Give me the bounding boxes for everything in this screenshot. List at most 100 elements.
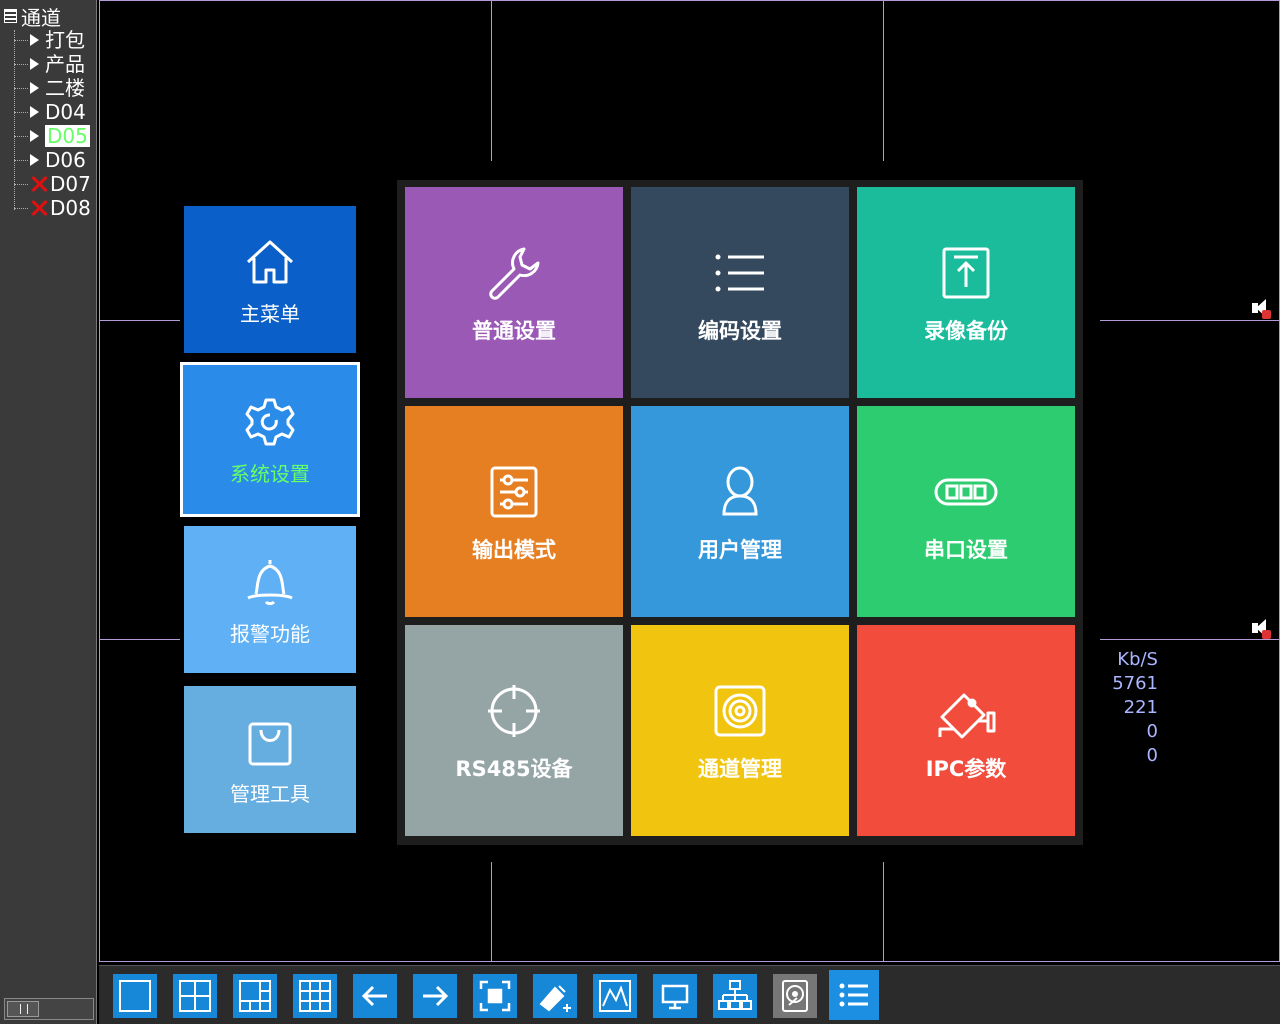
tile-label: 串口设置 (924, 537, 1008, 562)
main-menu-button[interactable] (829, 970, 879, 1020)
channel-item-5[interactable]: D05 (14, 124, 90, 148)
channel-item-label: D05 (45, 124, 90, 148)
tile-label: RS485设备 (455, 756, 573, 781)
muted-speaker-icon[interactable] (1250, 298, 1272, 320)
gear-icon (240, 392, 300, 452)
sliders-icon (482, 460, 546, 524)
channel-tree-panel: 通道 打包 产品 二楼 D04 D05 D06 D07 D08 (0, 0, 97, 1024)
tile-label: IPC参数 (925, 756, 1007, 781)
expand-triangle-icon (30, 130, 39, 142)
tile-label: 普通设置 (472, 318, 556, 343)
bell-icon (240, 552, 300, 612)
upload-icon (934, 241, 998, 305)
grid-line (883, 862, 884, 962)
category-alarm-functions[interactable]: 报警功能 (184, 526, 356, 673)
fullscreen-icon (479, 980, 511, 1012)
bottom-toolbar (99, 965, 1280, 1024)
previous-page-button[interactable] (353, 974, 397, 1018)
arrow-right-icon (423, 985, 449, 1007)
bag-icon (240, 712, 300, 772)
tile-label: 通道管理 (698, 756, 782, 781)
sidebar-scrollbar[interactable] (4, 998, 94, 1020)
category-system-settings[interactable]: 系统设置 (180, 362, 360, 517)
channel-item-8[interactable]: D08 (14, 196, 91, 220)
grid-line (491, 0, 492, 161)
storage-button[interactable] (773, 974, 817, 1018)
channel-item-3[interactable]: 二楼 (14, 76, 85, 100)
expand-triangle-icon (30, 58, 39, 70)
tile-label: 编码设置 (698, 318, 782, 343)
grid-line (1100, 320, 1280, 321)
grid-line (491, 862, 492, 962)
channel-item-label: 打包 (45, 28, 85, 52)
channel-item-label: D06 (45, 148, 86, 172)
category-label: 管理工具 (230, 782, 310, 806)
crosshair-icon (482, 679, 546, 743)
category-main-menu[interactable]: 主菜单 (184, 206, 356, 353)
channel-item-label: 产品 (45, 52, 85, 76)
tile-encoding-settings[interactable]: 编码设置 (631, 187, 849, 398)
channel-item-label: D04 (45, 100, 86, 124)
tile-label: 输出模式 (472, 537, 556, 562)
ptz-icon (539, 985, 571, 1012)
settings-grid-panel: 普通设置 编码设置 录像备份 输出模式 用户管理 串口设置 RS485设备 通道… (397, 180, 1083, 845)
single-view-button[interactable] (113, 974, 157, 1018)
tile-label: 录像备份 (924, 318, 1008, 343)
six-view-button[interactable] (233, 974, 277, 1018)
quad-view-button[interactable] (173, 974, 217, 1018)
tile-ipc-parameters[interactable]: IPC参数 (857, 625, 1075, 836)
channel-item-4[interactable]: D04 (14, 100, 86, 124)
wrench-icon (482, 241, 546, 305)
offline-x-icon (30, 198, 48, 218)
hard-disk-icon (782, 980, 808, 1012)
channel-tree-root[interactable]: 通道 (4, 4, 61, 30)
arrow-left-icon (361, 985, 387, 1007)
channel-item-7[interactable]: D07 (14, 172, 91, 196)
monitor-icon (661, 984, 689, 1010)
channel-item-2[interactable]: 产品 (14, 52, 85, 76)
offline-x-icon (30, 174, 48, 194)
chart-icon (599, 980, 631, 1012)
bitrate-value: 221 (1123, 697, 1158, 718)
channel-item-1[interactable]: 打包 (14, 28, 85, 52)
grid-line (100, 320, 180, 321)
grid-line (100, 639, 180, 640)
serial-port-icon (934, 460, 998, 524)
network-button[interactable] (713, 974, 757, 1018)
statistics-button[interactable] (593, 974, 637, 1018)
category-management-tools[interactable]: 管理工具 (184, 686, 356, 833)
list-icon (708, 241, 772, 305)
tile-rs485-device[interactable]: RS485设备 (405, 625, 623, 836)
next-page-button[interactable] (413, 974, 457, 1018)
scrollbar-thumb[interactable] (7, 1001, 39, 1017)
tile-user-management[interactable]: 用户管理 (631, 406, 849, 617)
grid-line (883, 0, 884, 161)
tile-serial-settings[interactable]: 串口设置 (857, 406, 1075, 617)
nine-view-icon (299, 980, 331, 1012)
tile-output-mode[interactable]: 输出模式 (405, 406, 623, 617)
tile-record-backup[interactable]: 录像备份 (857, 187, 1075, 398)
tile-label: 用户管理 (698, 537, 782, 562)
bitrate-value: 0 (1146, 745, 1158, 766)
muted-speaker-icon[interactable] (1250, 618, 1272, 640)
category-label: 报警功能 (230, 622, 310, 646)
channel-tree-root-label: 通道 (21, 5, 61, 30)
tile-general-settings[interactable]: 普通设置 (405, 187, 623, 398)
menu-icon (839, 983, 868, 1007)
display-output-button[interactable] (653, 974, 697, 1018)
ptz-control-button[interactable] (533, 974, 577, 1018)
expand-triangle-icon (30, 34, 39, 46)
user-icon (708, 460, 772, 524)
channel-item-label: D07 (50, 172, 91, 196)
single-view-icon (119, 980, 151, 1012)
network-icon (718, 980, 752, 1010)
tile-channel-management[interactable]: 通道管理 (631, 625, 849, 836)
nine-view-button[interactable] (293, 974, 337, 1018)
expand-triangle-icon (30, 154, 39, 166)
category-label: 系统设置 (230, 462, 310, 486)
six-view-icon (239, 980, 271, 1012)
channel-item-6[interactable]: D06 (14, 148, 86, 172)
fullscreen-button[interactable] (473, 974, 517, 1018)
bitrate-stats: Kb/S 5761 221 0 0 (1098, 648, 1158, 768)
cctv-camera-icon (934, 679, 998, 743)
